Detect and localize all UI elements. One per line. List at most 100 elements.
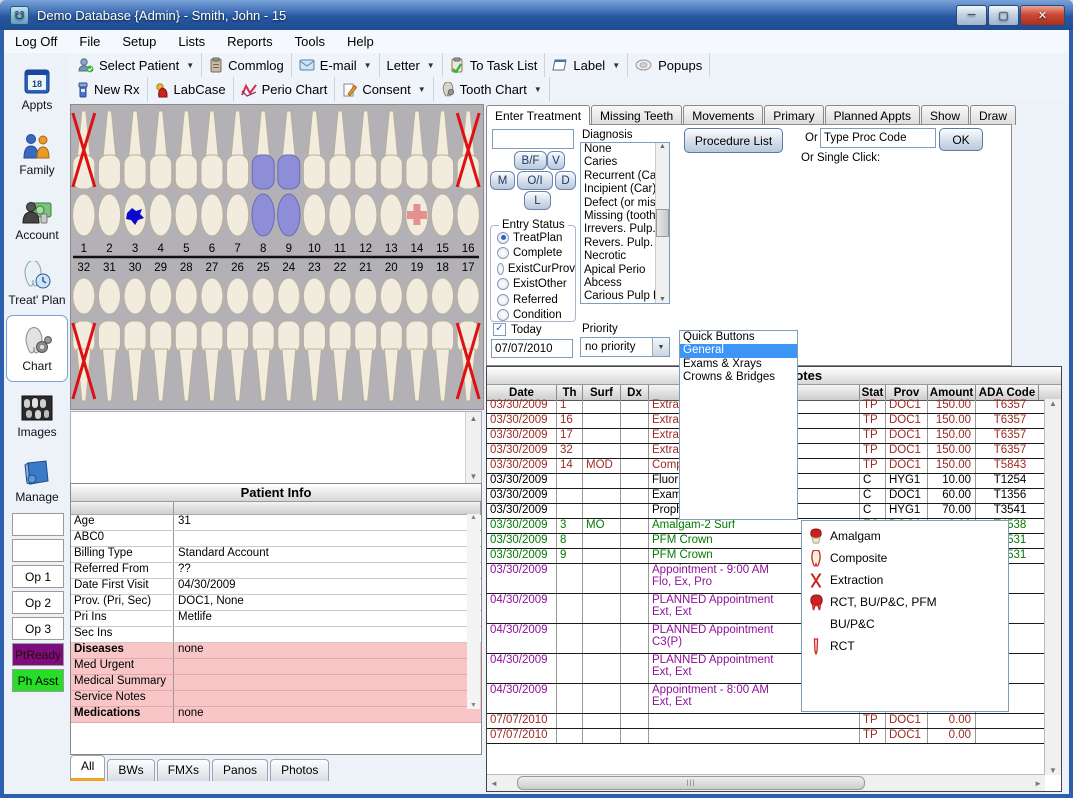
column-header-amount[interactable]: Amount [928, 385, 976, 400]
sidebar-module-account[interactable]: Account [4, 185, 70, 250]
ok-button[interactable]: OK [939, 128, 983, 151]
progress-note-row[interactable]: 07/07/2010TPDOC10.00 [487, 729, 1045, 744]
scroll-up-icon[interactable]: ▲ [659, 143, 666, 150]
dropdown-arrow-icon[interactable]: ▼ [418, 85, 426, 94]
procedure-date-input[interactable] [491, 339, 573, 358]
diagnosis-option-carious-pulp-e[interactable]: Carious Pulp E [581, 290, 656, 303]
patient-info-row-sec-ins[interactable]: Sec Ins [71, 627, 481, 643]
sidebar-module-manage[interactable]: Manage [4, 447, 70, 512]
image-tab-fmxs[interactable]: FMXs [157, 759, 210, 781]
operatory-button-op-3[interactable]: Op 3 [12, 617, 64, 640]
proc-code-input[interactable] [820, 128, 936, 148]
progress-notes-hscrollbar[interactable]: ◄ lll ► [487, 774, 1045, 791]
chevron-down-icon[interactable]: ▼ [652, 338, 669, 356]
patient-info-row-medical-summary[interactable]: Medical Summary [71, 675, 481, 691]
minimize-button[interactable]: ─ [956, 5, 987, 26]
diagnosis-option-abcess[interactable]: Abcess [581, 277, 656, 290]
surface-button-o-i[interactable]: O/I [517, 171, 553, 190]
quick-button-composite[interactable]: Composite [802, 547, 1008, 569]
tooth-number-input[interactable] [492, 129, 574, 149]
diagnosis-option-revers-pulp[interactable]: Revers. Pulp. [581, 237, 656, 250]
diagnosis-option-apical-perio[interactable]: Apical Perio [581, 264, 656, 277]
image-tab-bws[interactable]: BWs [107, 759, 154, 781]
diagnosis-option-none[interactable]: None [581, 143, 656, 156]
toolbar-button-perio-chart[interactable]: Perio Chart [234, 77, 336, 102]
quick-button-rct-bu-p-c-pfm[interactable]: RCT, BU/P&C, PFM [802, 591, 1008, 613]
patient-info-row-prov-pri-sec[interactable]: Prov. (Pri, Sec)DOC1, None [71, 595, 481, 611]
dropdown-arrow-icon[interactable]: ▼ [534, 85, 542, 94]
tab-movements[interactable]: Movements [683, 105, 763, 125]
dropdown-arrow-icon[interactable]: ▼ [186, 61, 194, 70]
category-general[interactable]: General [680, 344, 797, 357]
dropdown-arrow-icon[interactable]: ▼ [427, 61, 435, 70]
surface-button-b-f[interactable]: B/F [514, 151, 547, 170]
menu-help[interactable]: Help [336, 32, 385, 51]
column-header-prov[interactable]: Prov [886, 385, 928, 400]
toolbar-button-letter[interactable]: Letter▼ [380, 53, 443, 77]
menu-file[interactable]: File [68, 32, 111, 51]
surface-button-v[interactable]: V [547, 151, 565, 170]
today-checkbox[interactable]: ✓ [493, 323, 506, 336]
notes-scrollbar[interactable]: ▲▼ [465, 412, 481, 483]
category-exams-xrays[interactable]: Exams & Xrays [680, 358, 797, 371]
patient-info-row-service-notes[interactable]: Service Notes [71, 691, 481, 707]
procedure-list-button[interactable]: Procedure List [684, 128, 783, 153]
toolbar-button-select-patient[interactable]: Select Patient▼ [70, 53, 202, 77]
diagnosis-option-irrevers-pulp[interactable]: Irrevers. Pulp. [581, 223, 656, 236]
column-header-date[interactable]: Date [487, 385, 557, 400]
scroll-left-icon[interactable]: ◄ [487, 779, 501, 788]
tab-show[interactable]: Show [921, 105, 969, 125]
patient-info-row-referred-from[interactable]: Referred From?? [71, 563, 481, 579]
menu-reports[interactable]: Reports [216, 32, 284, 51]
patient-info-row-pri-ins[interactable]: Pri InsMetlife [71, 611, 481, 627]
column-header-surf[interactable]: Surf [583, 385, 621, 400]
scroll-down-icon[interactable]: ▼ [1049, 766, 1057, 775]
diagnosis-option-missing-tooth-s[interactable]: Missing (tooth s [581, 210, 656, 223]
toolbar-button-e-mail[interactable]: E-mail▼ [292, 53, 380, 77]
patient-info-scrollbar[interactable]: ▲▼ [467, 514, 480, 709]
toolbar-button-label[interactable]: Label▼ [545, 53, 628, 77]
operatory-button-op-2[interactable]: Op 2 [12, 591, 64, 614]
scrollbar-thumb[interactable] [656, 209, 669, 237]
surface-button-l[interactable]: L [524, 191, 551, 210]
diagnosis-option-incipient-car[interactable]: Incipient (Car) [581, 183, 656, 196]
tab-draw[interactable]: Draw [970, 105, 1016, 125]
column-header-ada-code[interactable]: ADA Code [976, 385, 1039, 400]
toolbar-button-to-task-list[interactable]: To Task List [443, 53, 546, 77]
scroll-up-icon[interactable]: ▲ [1049, 399, 1057, 408]
tab-missing-teeth[interactable]: Missing Teeth [591, 105, 682, 125]
priority-dropdown[interactable]: no priority ▼ [580, 337, 670, 357]
quick-button-bu-p-c[interactable]: BU/P&C [802, 613, 1008, 635]
menu-lists[interactable]: Lists [167, 32, 216, 51]
quick-button-rct[interactable]: RCT [802, 635, 1008, 657]
today-checkbox-row[interactable]: ✓ Today [493, 323, 542, 336]
close-button[interactable]: ✕ [1020, 5, 1065, 26]
scroll-right-icon[interactable]: ► [1031, 779, 1045, 788]
maximize-button[interactable]: ▢ [988, 5, 1019, 26]
toolbar-button-tooth-chart[interactable]: Tooth Chart▼ [434, 77, 550, 102]
graphical-tooth-chart[interactable]: 1234567891011121314151632313029282726252… [70, 104, 484, 410]
menu-setup[interactable]: Setup [111, 32, 167, 51]
menu-log-off[interactable]: Log Off [4, 32, 68, 51]
category-quick-buttons[interactable]: Quick Buttons [680, 331, 797, 344]
column-header-dx[interactable]: Dx [621, 385, 649, 400]
operatory-blank[interactable] [12, 513, 64, 536]
progress-note-row[interactable]: 07/07/2010TPDOC10.00 [487, 714, 1045, 729]
tab-planned-appts[interactable]: Planned Appts [825, 105, 920, 125]
toolbar-button-commlog[interactable]: Commlog [202, 53, 292, 77]
radio-icon[interactable] [497, 309, 509, 321]
diagnosis-listbox[interactable]: NoneCariesRecurrent (Car)Incipient (Car)… [580, 142, 670, 304]
surface-button-m[interactable]: M [490, 171, 515, 190]
image-tab-all[interactable]: All [70, 755, 105, 781]
scroll-up-icon[interactable]: ▲ [470, 412, 478, 425]
entry-status-existcurprov[interactable]: ExistCurProv [491, 261, 575, 277]
patient-info-row-age[interactable]: Age31 [71, 515, 481, 531]
quick-button-extraction[interactable]: Extraction [802, 569, 1008, 591]
column-header-th[interactable]: Th [557, 385, 583, 400]
tab-enter-treatment[interactable]: Enter Treatment [486, 105, 590, 125]
progress-notes-vscrollbar[interactable]: ▲ ▼ [1044, 399, 1061, 775]
surface-button-d[interactable]: D [555, 171, 576, 190]
radio-icon[interactable] [497, 263, 504, 275]
radio-icon[interactable] [497, 247, 509, 259]
operatory-button-ph-asst[interactable]: Ph Asst [12, 669, 64, 692]
